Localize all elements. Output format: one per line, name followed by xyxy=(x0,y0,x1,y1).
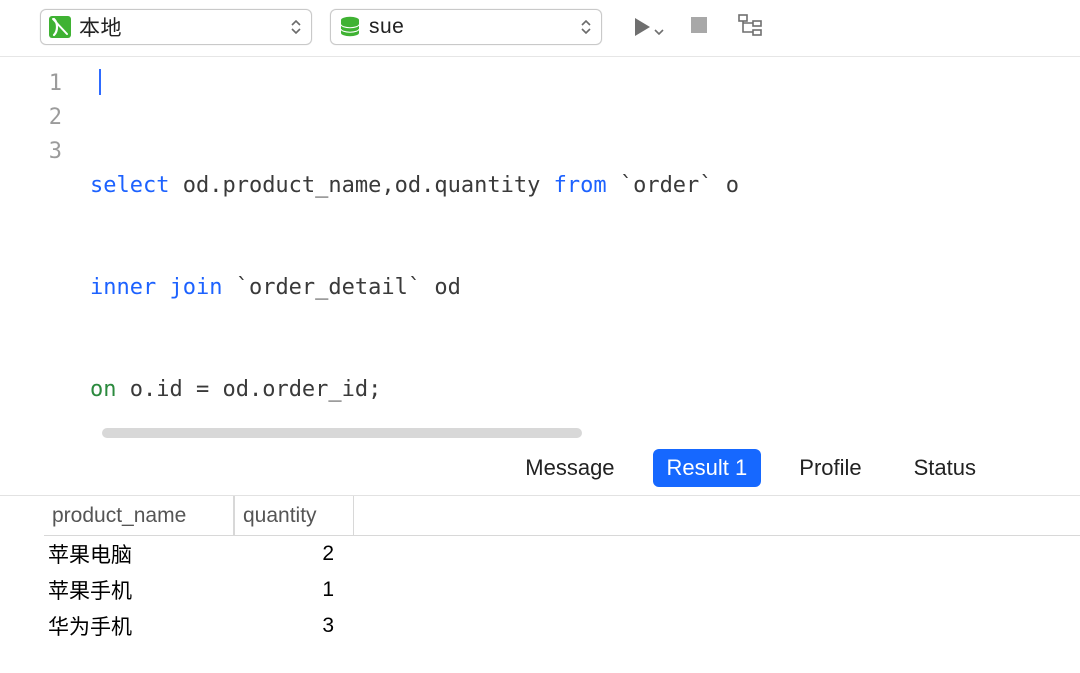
stop-button[interactable] xyxy=(682,10,716,44)
column-header-product_name[interactable]: product_name xyxy=(44,496,234,535)
cell-quantity: 2 xyxy=(234,542,344,566)
tree-icon xyxy=(737,13,765,42)
stop-icon xyxy=(689,15,709,40)
code-line: inner join `order_detail` od xyxy=(90,271,1080,305)
database-label: sue xyxy=(369,15,577,39)
line-number: 3 xyxy=(0,135,62,169)
connection-dropdown[interactable]: 本地 xyxy=(40,9,312,45)
cell-product_name: 苹果手机 xyxy=(44,575,234,605)
database-dropdown[interactable]: sue xyxy=(330,9,602,45)
line-number: 2 xyxy=(0,101,62,135)
cell-product_name: 苹果电脑 xyxy=(44,539,234,569)
cell-product_name: 华为手机 xyxy=(44,611,234,641)
explain-button[interactable] xyxy=(734,10,768,44)
code-line: select od.product_name,od.quantity from … xyxy=(90,169,1080,203)
database-icon xyxy=(337,14,363,40)
play-icon xyxy=(631,16,653,38)
run-button[interactable] xyxy=(620,10,664,44)
column-header-quantity[interactable]: quantity xyxy=(234,496,354,535)
text-cursor xyxy=(99,69,101,95)
result-grid: product_name quantity 苹果电脑 2 苹果手机 1 华为手机… xyxy=(44,496,1080,644)
line-number: 1 xyxy=(0,67,62,101)
grid-header: product_name quantity xyxy=(44,496,1080,536)
table-row[interactable]: 苹果电脑 2 xyxy=(44,536,1080,572)
connection-icon xyxy=(47,14,73,40)
code-line: on o.id = od.order_id; xyxy=(90,373,1080,407)
table-row[interactable]: 苹果手机 1 xyxy=(44,572,1080,608)
chevron-down-icon xyxy=(654,22,664,40)
scrollbar-thumb[interactable] xyxy=(102,428,582,438)
updown-caret-icon xyxy=(577,20,595,34)
grid-body: 苹果电脑 2 苹果手机 1 华为手机 3 xyxy=(44,536,1080,644)
updown-caret-icon xyxy=(287,20,305,34)
line-gutter: 1 2 3 xyxy=(0,57,90,426)
horizontal-scrollbar[interactable] xyxy=(90,426,1060,440)
code-area[interactable]: select od.product_name,od.quantity from … xyxy=(90,57,1080,426)
table-row[interactable]: 华为手机 3 xyxy=(44,608,1080,644)
cell-quantity: 1 xyxy=(234,578,344,602)
connection-label: 本地 xyxy=(79,12,287,42)
sql-editor[interactable]: 1 2 3 select od.product_name,od.quantity… xyxy=(0,56,1080,426)
toolbar: 本地 sue xyxy=(0,0,1080,56)
cell-quantity: 3 xyxy=(234,614,344,638)
